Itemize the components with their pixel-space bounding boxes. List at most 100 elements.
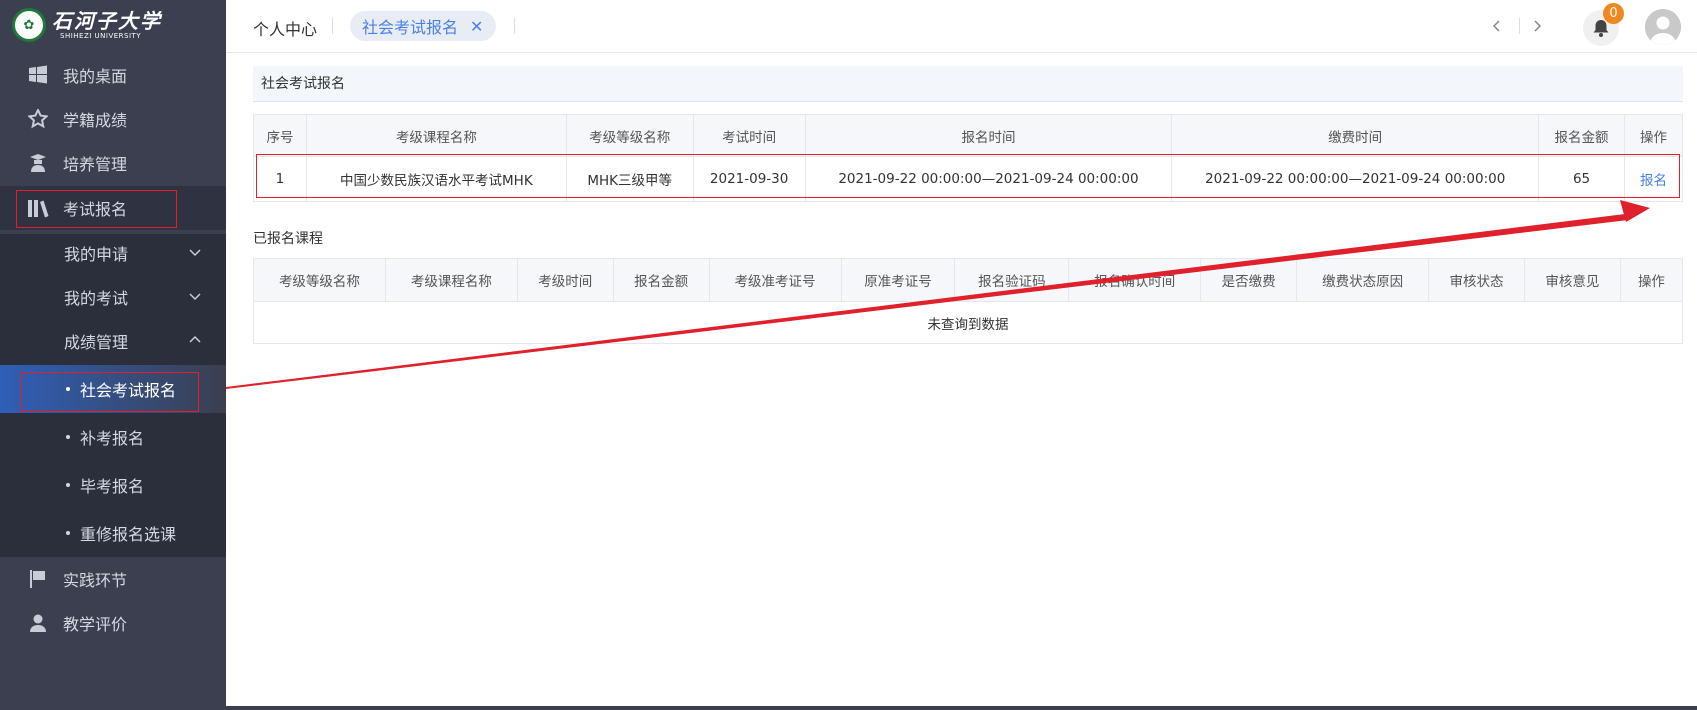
chevron-up-icon: [189, 335, 201, 343]
column-header: 报名金额: [1538, 114, 1625, 157]
top-bar: 个人中心 社会考试报名 ✕: [226, 0, 1697, 53]
leaf-label: 重修报名选课: [80, 525, 177, 544]
column-header: 缴费时间: [1171, 114, 1540, 157]
sidebar-item-training[interactable]: 培养管理: [0, 141, 226, 185]
column-header: 考试时间: [692, 114, 806, 157]
windows-icon: [27, 64, 49, 86]
sidebar-leaf-social-exam-registration[interactable]: 社会考试报名: [0, 365, 226, 413]
notification-badge: 0: [1603, 3, 1624, 24]
cell-index: 1: [253, 156, 307, 202]
column-header: 操作: [1619, 258, 1684, 302]
cell-exam-date: 2021-09-30: [692, 156, 806, 202]
sidebar-item-label: 学籍成绩: [63, 111, 128, 130]
sidebar-item-label: 实践环节: [63, 571, 128, 590]
divider: [332, 18, 333, 34]
register-link[interactable]: 报名: [1624, 156, 1683, 202]
column-header: 考级等级名称: [565, 114, 694, 157]
cell-course-name: 中国少数民族汉语水平考试MHK: [305, 156, 567, 202]
sidebar-item-label: 我的桌面: [63, 67, 128, 86]
tab-social-exam-registration[interactable]: 社会考试报名 ✕: [350, 11, 496, 41]
sub-item-label: 我的考试: [64, 289, 129, 308]
chevron-left-icon: [1492, 20, 1500, 32]
available-exams-table: 序号 考级课程名称 考级等级名称 考试时间 报名时间 缴费时间 报名金额 操作 …: [253, 114, 1683, 202]
column-header: 审核状态: [1428, 258, 1525, 302]
sidebar-leaf-graduation-exam[interactable]: 毕考报名: [0, 461, 226, 509]
sub-item-label: 成绩管理: [64, 333, 129, 352]
star-icon: [27, 108, 49, 130]
sidebar-item-teaching-evaluation[interactable]: 教学评价: [0, 601, 226, 645]
column-header: 操作: [1624, 114, 1683, 157]
flag-icon: [27, 568, 49, 590]
sidebar-item-academic-records[interactable]: 学籍成绩: [0, 97, 226, 141]
chevron-right-icon: [1534, 20, 1542, 32]
sidebar-sub-my-exams[interactable]: 我的考试: [0, 275, 226, 319]
cell-level-name: MHK三级甲等: [565, 156, 694, 202]
sidebar-leaf-retake-course-selection[interactable]: 重修报名选课: [0, 509, 226, 557]
sidebar-item-desktop[interactable]: 我的桌面: [0, 53, 226, 97]
column-header: 考级课程名称: [384, 258, 518, 302]
close-icon[interactable]: ✕: [470, 17, 483, 36]
table-header-row: 考级等级名称 考级课程名称 考级时间 报名金额 考级准考证号 原准考证号 报名验…: [253, 258, 1684, 302]
leaf-label: 社会考试报名: [80, 381, 177, 400]
cell-registration-period: 2021-09-22 00:00:00—2021-09-24 00:00:00: [804, 156, 1173, 202]
app-root: ✿ 石河子大学 SHIHEZI UNIVERSITY 我的桌面 学籍成绩 培养管…: [0, 0, 1697, 710]
university-logo[interactable]: ✿ 石河子大学 SHIHEZI UNIVERSITY: [12, 6, 212, 44]
university-emblem-icon: ✿: [12, 8, 46, 42]
annotation-arrow: [226, 200, 1650, 389]
sidebar-item-practice[interactable]: 实践环节: [0, 557, 226, 601]
logo-name-cn: 石河子大学: [52, 9, 162, 33]
column-header: 报名验证码: [954, 258, 1070, 302]
avatar[interactable]: [1645, 9, 1681, 45]
bullet-icon: [66, 531, 70, 535]
table-row: 1 中国少数民族汉语水平考试MHK MHK三级甲等 2021-09-30 202…: [253, 156, 1683, 202]
column-header: 考级准考证号: [708, 258, 842, 302]
leaf-label: 毕考报名: [80, 477, 145, 496]
sidebar-item-label: 考试报名: [63, 200, 128, 219]
column-header: 是否缴费: [1200, 258, 1298, 302]
cell-fee: 65: [1538, 156, 1625, 202]
section-title: 社会考试报名: [253, 66, 1683, 102]
leaf-label: 补考报名: [80, 429, 145, 448]
registered-courses-table: 考级等级名称 考级课程名称 考级时间 报名金额 考级准考证号 原准考证号 报名验…: [253, 258, 1684, 344]
column-header: 序号: [253, 114, 307, 157]
cell-payment-period: 2021-09-22 00:00:00—2021-09-24 00:00:00: [1171, 156, 1540, 202]
sidebar: ✿ 石河子大学 SHIHEZI UNIVERSITY 我的桌面 学籍成绩 培养管…: [0, 0, 226, 710]
sidebar-leaf-makeup-exam[interactable]: 补考报名: [0, 413, 226, 461]
sidebar-item-label: 培养管理: [63, 155, 128, 174]
divider: [514, 18, 515, 34]
column-header: 报名金额: [612, 258, 710, 302]
table-header-row: 序号 考级课程名称 考级等级名称 考试时间 报名时间 缴费时间 报名金额 操作: [253, 114, 1683, 157]
bullet-icon: [66, 435, 70, 439]
empty-row: 未查询到数据: [253, 301, 1683, 344]
books-icon: [27, 197, 49, 219]
chevron-down-icon: [189, 249, 201, 257]
column-header: 考级课程名称: [305, 114, 567, 157]
user-icon: [27, 612, 49, 634]
column-header: 考级时间: [516, 258, 614, 302]
sidebar-sub-grade-management[interactable]: 成绩管理: [0, 319, 226, 363]
user-avatar-icon: [1645, 9, 1681, 45]
breadcrumb-home[interactable]: 个人中心: [253, 16, 317, 40]
column-header: 审核意见: [1523, 258, 1621, 302]
bullet-icon: [66, 483, 70, 487]
divider: [1519, 18, 1520, 34]
sidebar-item-label: 教学评价: [63, 615, 128, 634]
tab-scroll-right-button[interactable]: [1526, 15, 1548, 37]
graduate-icon: [27, 152, 49, 174]
bullet-icon: [66, 387, 70, 391]
column-header: 报名确认时间: [1068, 258, 1202, 302]
sub-item-label: 我的申请: [64, 245, 129, 264]
chevron-down-icon: [189, 293, 201, 301]
sidebar-item-exam-registration[interactable]: 考试报名: [0, 186, 226, 230]
tab-scroll-left-button[interactable]: [1486, 15, 1508, 37]
sidebar-sub-my-applications[interactable]: 我的申请: [0, 231, 226, 275]
column-header: 缴费状态原因: [1296, 258, 1430, 302]
registered-courses-title: 已报名课程: [253, 231, 323, 247]
tab-label: 社会考试报名: [362, 18, 459, 37]
column-header: 考级等级名称: [253, 258, 386, 302]
logo-name-en: SHIHEZI UNIVERSITY: [60, 32, 142, 40]
bottom-border: [226, 706, 1697, 710]
column-header: 原准考证号: [840, 258, 956, 302]
column-header: 报名时间: [804, 114, 1173, 157]
empty-message: 未查询到数据: [253, 301, 1683, 344]
